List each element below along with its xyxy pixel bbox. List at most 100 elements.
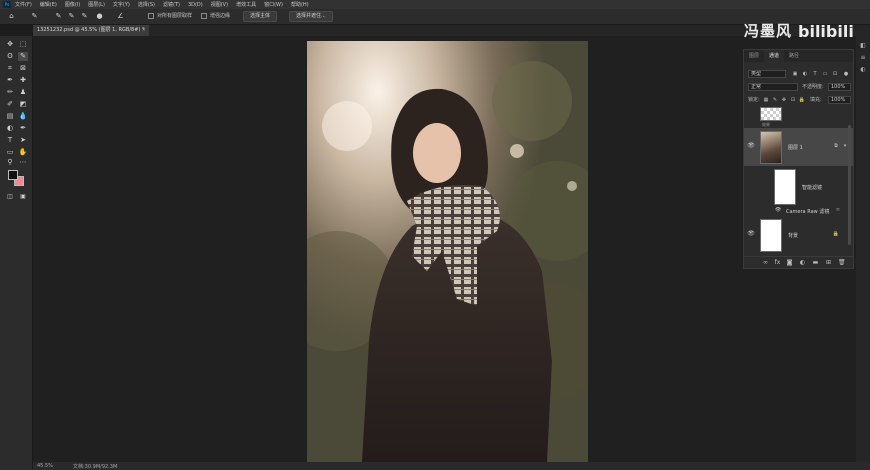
menu-image[interactable]: 图像(I)	[65, 1, 80, 8]
new-selection-icon[interactable]: ✎	[54, 12, 63, 21]
layer-name[interactable]: 图层 1	[788, 144, 803, 151]
dodge-tool-icon[interactable]: ◐	[5, 124, 15, 133]
quick-selection-tool-icon[interactable]: ✎	[18, 52, 28, 61]
more-tools-icon[interactable]: ⋯	[18, 158, 28, 167]
filter-visibility-eye-icon[interactable]: 👁	[774, 207, 782, 213]
tab-channels[interactable]: 图层	[744, 50, 764, 62]
type-tool-icon[interactable]: T	[5, 136, 15, 145]
brush-angle-icon[interactable]: ∠	[116, 12, 125, 21]
menu-help[interactable]: 帮助(H)	[291, 1, 309, 8]
add-mask-icon[interactable]: ◙	[786, 259, 793, 267]
tab-paths[interactable]: 路径	[784, 50, 804, 62]
layer-thumbnail	[760, 131, 782, 164]
zoom-tool-icon[interactable]: ⚲	[5, 158, 15, 167]
blend-mode-select[interactable]: 正常	[748, 83, 798, 91]
clone-stamp-tool-icon[interactable]: ♟	[18, 88, 28, 97]
menu-type[interactable]: 文字(Y)	[113, 1, 130, 8]
screen-mode-icon[interactable]: ▣	[18, 192, 28, 201]
rectangle-tool-icon[interactable]: ▭	[5, 148, 15, 157]
menu-file[interactable]: 文件(F)	[15, 1, 32, 8]
filter-type-icon[interactable]: T	[811, 70, 819, 78]
filter-toggle-icon[interactable]: ●	[842, 70, 850, 78]
menu-view[interactable]: 视图(V)	[211, 1, 228, 8]
quick-mask-icon[interactable]: ◫	[5, 192, 15, 201]
blur-tool-icon[interactable]: 💧	[18, 112, 28, 121]
layer-row-smart-filters[interactable]: 智能滤镜	[744, 168, 853, 208]
layer-style-icon[interactable]: fx	[774, 259, 781, 267]
lock-position-icon[interactable]: ✥	[780, 96, 788, 104]
quick-selection-tool-icon[interactable]: ✎	[30, 12, 39, 21]
layer-row-partial[interactable]: 效果	[744, 106, 853, 128]
filter-options-icon[interactable]: ≂	[834, 206, 842, 214]
document-tab[interactable]: 13251232.psd @ 45.5% (图层 1, RGB/8#) * ×	[33, 25, 149, 36]
menu-edit[interactable]: 编辑(E)	[40, 1, 57, 8]
sample-all-layers-label: 对所有图层取样	[157, 13, 193, 19]
frame-tool-icon[interactable]: ⊠	[18, 64, 28, 73]
foreground-color-swatch[interactable]	[8, 170, 18, 180]
close-tab-icon[interactable]: ×	[142, 25, 146, 36]
lasso-tool-icon[interactable]: ʘ	[5, 52, 15, 61]
new-layer-icon[interactable]: ⊞	[825, 259, 832, 267]
home-icon[interactable]: ⌂	[7, 12, 16, 21]
color-panel-icon[interactable]: ◧	[859, 42, 867, 50]
adjustment-layer-icon[interactable]: ◐	[799, 259, 806, 267]
layer-name[interactable]: 背景	[788, 232, 798, 239]
add-to-selection-icon[interactable]: ✎	[67, 12, 76, 21]
menu-select[interactable]: 选择(S)	[138, 1, 155, 8]
filter-pixel-icon[interactable]: ▣	[791, 70, 799, 78]
document-photo[interactable]	[307, 41, 588, 462]
layers-scrollbar[interactable]	[848, 125, 851, 245]
menu-plugins[interactable]: 增效工具	[236, 1, 256, 8]
status-bar: 45.5% 文档:30.9M/92.3M	[33, 462, 870, 470]
link-layers-icon[interactable]: ∞	[762, 259, 769, 267]
delete-layer-icon[interactable]: 🗑	[838, 259, 846, 267]
select-subject-button[interactable]: 选择主体	[243, 11, 278, 22]
menu-window[interactable]: 窗口(W)	[264, 1, 283, 8]
new-group-icon[interactable]: ▬	[812, 259, 819, 267]
properties-panel-icon[interactable]: ≡	[859, 54, 867, 62]
photo-girl-in-scarf	[307, 41, 588, 462]
select-and-mask-button[interactable]: 选择并遮住...	[289, 11, 333, 22]
visibility-eye-icon[interactable]: 👁	[747, 230, 755, 237]
pen-tool-icon[interactable]: ✒	[18, 124, 28, 133]
lock-artboard-icon[interactable]: ⊡	[789, 96, 797, 104]
layer-row-background[interactable]: 👁 背景 🔒	[744, 218, 853, 254]
layer-row-camera-raw[interactable]: 👁 Camera Raw 滤镜 ≂	[744, 206, 853, 218]
subtract-selection-icon[interactable]: ✎	[80, 12, 89, 21]
menu-layer[interactable]: 图层(L)	[88, 1, 105, 8]
eyedropper-tool-icon[interactable]: ✒	[5, 76, 15, 85]
layer-row-layer-1[interactable]: 👁 图层 1 ⧉ ▾	[744, 128, 853, 166]
brush-tool-icon[interactable]: ✏	[5, 88, 15, 97]
smart-filters-label[interactable]: 智能滤镜	[802, 184, 822, 191]
filter-adjustment-icon[interactable]: ◐	[801, 70, 809, 78]
visibility-eye-icon[interactable]: 👁	[747, 142, 755, 149]
brush-size-icon[interactable]: ●	[95, 12, 104, 21]
history-brush-tool-icon[interactable]: ✐	[5, 100, 15, 109]
enhance-edge-checkbox[interactable]	[201, 13, 207, 19]
eraser-tool-icon[interactable]: ◩	[18, 100, 28, 109]
menu-filter[interactable]: 滤镜(T)	[163, 1, 180, 8]
options-bar: ⌂ ✎ ✎ ✎ ✎ ● ∠ 对所有图层取样 增强边缘 选择主体 选择并遮住...	[0, 9, 870, 25]
crop-tool-icon[interactable]: ⌗	[5, 64, 15, 73]
layer-kind-filter[interactable]: 类型	[748, 70, 786, 78]
path-selection-tool-icon[interactable]: ➤	[18, 136, 28, 145]
menu-3d[interactable]: 3D(D)	[188, 2, 203, 8]
sample-all-layers-checkbox[interactable]	[148, 13, 154, 19]
marquee-tool-icon[interactable]: ⬚	[18, 40, 28, 49]
zoom-level[interactable]: 45.5%	[37, 463, 53, 469]
document-info[interactable]: 文档:30.9M/92.3M	[73, 463, 117, 470]
gradient-tool-icon[interactable]: ▤	[5, 112, 15, 121]
opacity-input[interactable]: 100%	[828, 83, 851, 91]
camera-raw-filter-label[interactable]: Camera Raw 滤镜	[786, 208, 829, 215]
lock-transparency-icon[interactable]: ▦	[762, 96, 770, 104]
lock-all-icon[interactable]: 🔒	[798, 96, 806, 104]
tab-layers[interactable]: 通道	[764, 50, 785, 62]
fill-input[interactable]: 100%	[828, 96, 851, 104]
move-tool-icon[interactable]: ✥	[5, 40, 15, 49]
filter-shape-icon[interactable]: ▭	[821, 70, 829, 78]
hand-tool-icon[interactable]: ✋	[18, 148, 28, 157]
adjustments-panel-icon[interactable]: ◐	[859, 66, 867, 74]
healing-brush-tool-icon[interactable]: ✚	[18, 76, 28, 85]
lock-pixels-icon[interactable]: ✎	[771, 96, 779, 104]
filter-smart-icon[interactable]: ⊡	[831, 70, 839, 78]
